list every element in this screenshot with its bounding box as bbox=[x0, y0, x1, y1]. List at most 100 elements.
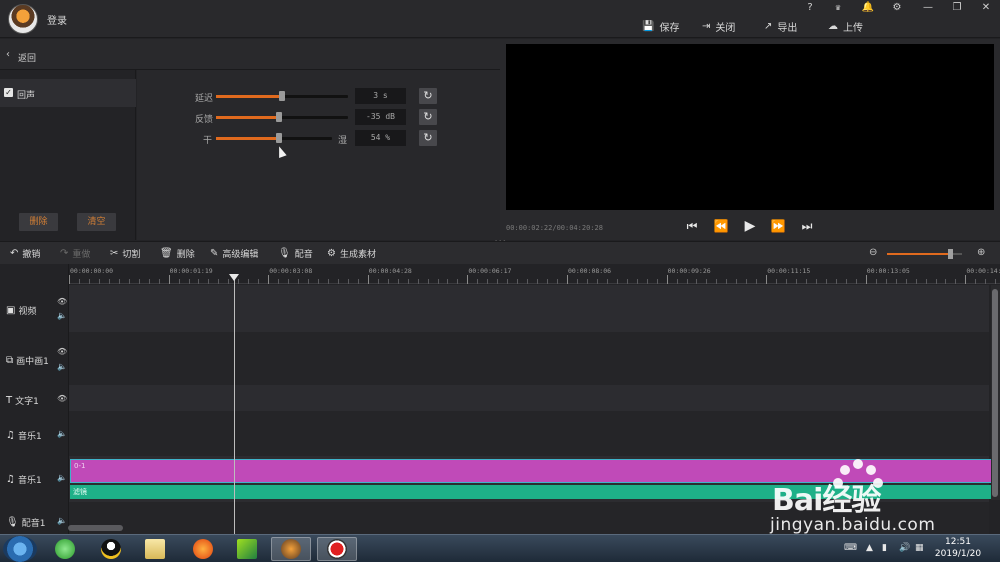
skip-to-start-icon[interactable]: ⏮ bbox=[683, 218, 701, 234]
ruler-minor-tick bbox=[616, 279, 618, 284]
keyboard-icon[interactable]: ⌨ bbox=[844, 543, 857, 553]
zoom-slider[interactable] bbox=[887, 249, 962, 259]
volume-icon[interactable]: 🔊 bbox=[899, 543, 910, 553]
dub-button[interactable]: 🎙 配音 bbox=[278, 247, 313, 260]
zoom-out-icon[interactable]: ⊖ bbox=[869, 247, 877, 258]
track-row-music1[interactable] bbox=[69, 411, 989, 456]
back-link[interactable]: 返回 bbox=[18, 51, 36, 64]
save-icon: 💾 bbox=[642, 20, 655, 32]
effect-item-echo[interactable]: ✓ 回声 bbox=[0, 79, 136, 107]
restore-icon[interactable]: ❐ bbox=[949, 2, 965, 14]
save-button[interactable]: 💾 保存 bbox=[642, 19, 679, 34]
taskbar-app-editor[interactable] bbox=[271, 537, 311, 561]
eye-icon[interactable]: 👁 bbox=[57, 394, 67, 403]
zoom-slider-thumb[interactable] bbox=[948, 249, 953, 259]
settings-icon[interactable]: ⚙ bbox=[889, 2, 905, 14]
generate-material-button[interactable]: ⚙ 生成素材 bbox=[327, 247, 376, 260]
clear-effects-button[interactable]: 清空 bbox=[77, 213, 116, 231]
microphone-icon: 🎙 bbox=[278, 248, 291, 259]
ruler-minor-tick bbox=[925, 279, 927, 284]
track-header-text[interactable]: T 文字1 bbox=[6, 394, 39, 407]
ruler-minor-tick bbox=[596, 279, 598, 284]
split-button[interactable]: ✂ 切割 bbox=[110, 247, 140, 260]
play-icon[interactable]: ▶ bbox=[741, 218, 759, 234]
delay-value[interactable]: 3 s bbox=[355, 88, 406, 104]
pip-track-icon: ⧉ bbox=[6, 355, 14, 366]
start-button-icon[interactable] bbox=[3, 536, 37, 562]
step-back-icon[interactable]: ⏪ bbox=[712, 218, 730, 234]
tray-arrow-icon[interactable]: ▲ bbox=[866, 543, 873, 553]
close-window-icon[interactable]: ✕ bbox=[978, 2, 994, 14]
ruler-tick-label: 00:00:11:15 bbox=[767, 267, 811, 275]
drywet-reset-icon[interactable]: ↻ bbox=[419, 130, 437, 146]
track-header-dub[interactable]: 🎙 配音1 bbox=[6, 516, 45, 529]
network-icon[interactable]: ▦ bbox=[915, 543, 924, 553]
track-row-pip[interactable] bbox=[69, 332, 989, 385]
playhead-handle[interactable] bbox=[229, 274, 239, 281]
app-window: 登录 ? ♛ 🔔 ⚙ — ❐ ✕ 💾 保存 ⇥ 关闭 ↗ 导出 ☁ 上传 ‹ 返… bbox=[0, 0, 1000, 562]
notification-icon[interactable]: 🔔 bbox=[860, 2, 876, 14]
eye-icon[interactable]: 👁 bbox=[57, 347, 67, 356]
ruler-minor-tick bbox=[716, 279, 718, 284]
chevron-left-icon[interactable]: ‹ bbox=[6, 49, 10, 60]
speaker-icon[interactable]: 🔈 bbox=[57, 429, 67, 438]
delay-slider-thumb[interactable] bbox=[279, 91, 285, 101]
effect-checkbox[interactable]: ✓ bbox=[4, 88, 13, 97]
timeline-ruler[interactable]: 00:00:00:00 00:00:01:19 00:00:03:08 00:00:0… bbox=[69, 264, 1000, 284]
track-header-video[interactable]: ▣ 视频 bbox=[6, 304, 36, 317]
redo-button[interactable]: ↷ 重做 bbox=[60, 247, 90, 260]
taskbar-app-firefox[interactable] bbox=[183, 537, 223, 561]
login-link[interactable]: 登录 bbox=[47, 12, 67, 27]
ruler-tick-label: 00:00:04:28 bbox=[368, 267, 412, 275]
delay-slider[interactable] bbox=[216, 91, 348, 101]
zoom-in-icon[interactable]: ⊕ bbox=[977, 247, 985, 258]
speaker-icon[interactable]: 🔈 bbox=[57, 362, 67, 371]
advanced-edit-button[interactable]: ✎ 高级编辑 bbox=[210, 247, 258, 260]
drywet-slider-thumb[interactable] bbox=[276, 133, 282, 143]
export-button[interactable]: ↗ 导出 bbox=[764, 19, 797, 34]
speaker-icon[interactable]: 🔈 bbox=[57, 473, 67, 482]
ruler-minor-tick bbox=[347, 279, 349, 284]
delete-effect-button[interactable]: 删除 bbox=[19, 213, 58, 231]
feedback-value[interactable]: -35 dB bbox=[355, 109, 406, 125]
upload-button[interactable]: ☁ 上传 bbox=[828, 19, 863, 34]
taskbar-app-recorder[interactable] bbox=[317, 537, 357, 561]
speaker-icon[interactable]: 🔈 bbox=[57, 516, 67, 525]
close-button[interactable]: ⇥ 关闭 bbox=[702, 19, 735, 34]
feedback-reset-icon[interactable]: ↻ bbox=[419, 109, 437, 125]
ruler-minor-tick bbox=[118, 279, 120, 284]
ruler-tick-label: 00:00:13:05 bbox=[866, 267, 910, 275]
ruler-minor-tick bbox=[457, 279, 459, 284]
taskbar-app-qq[interactable] bbox=[91, 537, 131, 561]
track-header-music2[interactable]: ♫ 音乐1 bbox=[6, 473, 42, 486]
minimize-icon[interactable]: — bbox=[920, 2, 936, 14]
playhead-line[interactable] bbox=[234, 275, 235, 534]
track-header-pip[interactable]: ⧉ 画中画1 bbox=[6, 354, 49, 367]
track-row-video[interactable] bbox=[69, 285, 989, 332]
power-icon[interactable]: ▮ bbox=[882, 543, 887, 553]
video-preview[interactable] bbox=[506, 44, 994, 210]
horizontal-scrollbar-thumb[interactable] bbox=[68, 525, 123, 531]
taskbar-app-green[interactable] bbox=[227, 537, 267, 561]
drywet-value[interactable]: 54 % bbox=[355, 130, 406, 146]
vip-icon[interactable]: ♛ bbox=[830, 2, 846, 14]
help-icon[interactable]: ? bbox=[802, 2, 818, 14]
app-logo[interactable] bbox=[8, 4, 38, 34]
eye-icon[interactable]: 👁 bbox=[57, 297, 67, 306]
step-forward-icon[interactable]: ⏩ bbox=[769, 218, 787, 234]
delay-reset-icon[interactable]: ↻ bbox=[419, 88, 437, 104]
speaker-icon[interactable]: 🔈 bbox=[57, 311, 67, 320]
taskbar-clock[interactable]: 12:51 2019/1/20 bbox=[934, 536, 982, 560]
drywet-slider[interactable] bbox=[216, 133, 332, 143]
taskbar-app-explorer[interactable] bbox=[135, 537, 175, 561]
track-header-music1[interactable]: ♫ 音乐1 bbox=[6, 429, 42, 442]
effect-label: 回声 bbox=[17, 91, 36, 101]
skip-to-end-icon[interactable]: ⏭ bbox=[798, 218, 816, 234]
feedback-slider[interactable] bbox=[216, 112, 348, 122]
track-row-text[interactable] bbox=[69, 385, 989, 411]
undo-button[interactable]: ↶ 撤销 bbox=[10, 247, 40, 260]
feedback-slider-thumb[interactable] bbox=[276, 112, 282, 122]
ruler-minor-tick bbox=[527, 279, 529, 284]
taskbar-app-360[interactable] bbox=[45, 537, 85, 561]
delete-button[interactable]: 🗑 删除 bbox=[160, 247, 195, 260]
